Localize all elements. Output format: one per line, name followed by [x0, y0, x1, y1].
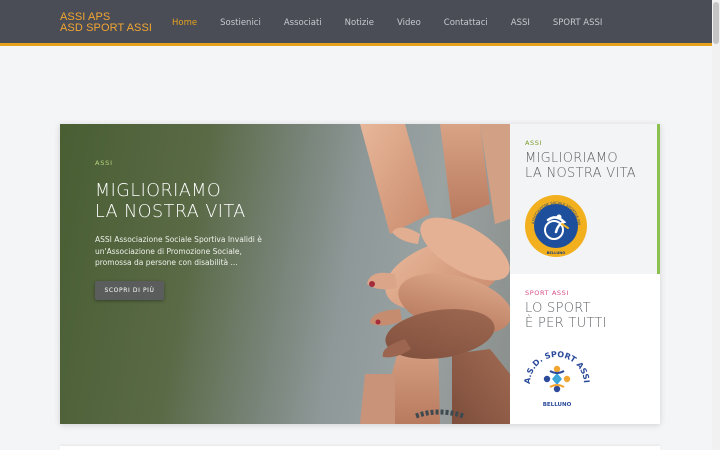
hero-eyebrow: ASSI: [95, 159, 113, 167]
card-title-line-2: LA NOSTRA VITA: [525, 165, 636, 181]
discover-more-button[interactable]: SCOPRI DI PIÙ: [95, 281, 164, 300]
nav-sostienici[interactable]: Sostienici: [220, 17, 261, 29]
assi-logo: ASSOCIAZIONE SOCIALE SPORTIVA INVALIDI B…: [524, 194, 587, 257]
main-menu: Home Sostienici Associati Notizie Video …: [172, 17, 625, 29]
page-scrollbar[interactable]: [712, 0, 720, 450]
sport-assi-logo-belluno-text: BELLUNO: [543, 402, 572, 408]
hero-title: MIGLIORIAMO LA NOSTRA VITA: [95, 181, 246, 223]
assi-logo-belluno-text: BELLUNO: [547, 251, 566, 255]
scrollbar-thumb[interactable]: [713, 2, 719, 44]
hero-description: ASSI Associazione Sociale Sportiva Inval…: [95, 235, 262, 267]
card-title-line-2: È PER TUTTI: [525, 315, 607, 331]
nav-video[interactable]: Video: [397, 17, 421, 29]
card-title: MIGLIORIAMO LA NOSTRA VITA: [525, 151, 636, 181]
slide-card-sport-assi[interactable]: SPORT ASSI LO SPORT È PER TUTTI A.S.D. S…: [510, 274, 660, 424]
nav-contattaci[interactable]: Contattaci: [444, 17, 488, 29]
hero-title-line-2: LA NOSTRA VITA: [95, 202, 246, 222]
card-eyebrow: ASSI: [525, 139, 543, 147]
nav-associati[interactable]: Associati: [284, 17, 322, 29]
stacked-hands-image: [360, 124, 510, 424]
hero-slider: ASSI MIGLIORIAMO LA NOSTRA VITA ASSI Ass…: [60, 124, 660, 424]
hero-slide: ASSI MIGLIORIAMO LA NOSTRA VITA ASSI Ass…: [60, 124, 510, 424]
next-section-edge: [60, 446, 660, 450]
sport-assi-logo: A.S.D. SPORT ASSI BELLUNO: [524, 350, 590, 408]
card-eyebrow: SPORT ASSI: [525, 289, 569, 297]
slide-card-assi[interactable]: ASSI MIGLIORIAMO LA NOSTRA VITA ASSOCIAZ…: [510, 124, 660, 274]
card-title: LO SPORT È PER TUTTI: [525, 301, 607, 331]
card-title-line-1: LO SPORT: [525, 301, 591, 316]
top-navbar: ASSI APS ASD SPORT ASSI Home Sostienici …: [0, 0, 712, 46]
nav-home[interactable]: Home: [172, 17, 197, 29]
nav-assi[interactable]: ASSI: [511, 17, 530, 29]
nav-notizie[interactable]: Notizie: [345, 17, 374, 29]
hero-title-line-1: MIGLIORIAMO: [95, 181, 222, 201]
card-title-line-1: MIGLIORIAMO: [525, 151, 618, 166]
brand-logo[interactable]: ASSI APS ASD SPORT ASSI: [60, 12, 152, 34]
brand-line-2: ASD SPORT ASSI: [60, 22, 153, 34]
nav-sport-assi[interactable]: SPORT ASSI: [553, 17, 603, 29]
